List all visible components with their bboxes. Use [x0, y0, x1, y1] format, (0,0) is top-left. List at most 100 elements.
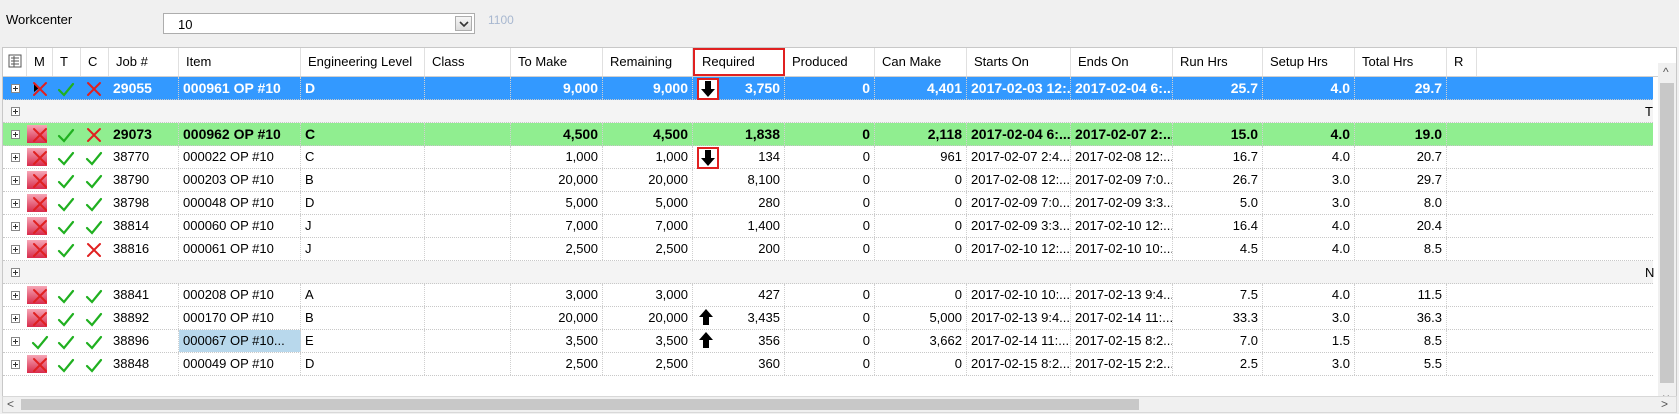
column-chooser-icon[interactable] [3, 48, 27, 76]
cell-tomake[interactable]: 5,000 [511, 192, 603, 214]
cell-class[interactable] [425, 330, 511, 352]
cell-class[interactable] [425, 353, 511, 375]
cell-starts[interactable]: 2017-02-09 3:3... [967, 215, 1071, 237]
cell-remaining[interactable]: 1,000 [603, 146, 693, 168]
cell-eng[interactable]: E [301, 330, 425, 352]
group-separator-row[interactable]: T [3, 100, 1653, 123]
cell-run[interactable]: 16.4 [1173, 215, 1263, 237]
group-separator-row[interactable]: N [3, 261, 1654, 284]
cell-job[interactable]: 38770 [109, 146, 179, 168]
cell-remaining[interactable]: 2,500 [603, 238, 693, 260]
column-header-c[interactable]: C [81, 48, 109, 76]
table-row[interactable]: 38770 000022 OP #10 C 1,000 1,000 134 0 961 2017… [3, 146, 1653, 169]
cell-tomake[interactable]: 20,000 [511, 307, 603, 329]
cell-run[interactable]: 4.5 [1173, 238, 1263, 260]
cell-ends[interactable]: 2017-02-09 3:3... [1071, 192, 1173, 214]
cell-item[interactable]: 000208 OP #10 [179, 284, 301, 306]
cell-canmake[interactable]: 0 [875, 353, 967, 375]
cell-total[interactable]: 19.0 [1355, 123, 1447, 145]
cell-total[interactable]: 8.0 [1355, 192, 1447, 214]
cell-canmake[interactable]: 0 [875, 284, 967, 306]
cell-total[interactable]: 29.7 [1355, 169, 1447, 191]
cell-total[interactable]: 5.5 [1355, 353, 1447, 375]
horizontal-scroll-thumb[interactable] [21, 399, 1139, 410]
cell-tomake[interactable]: 9,000 [511, 77, 603, 99]
column-header-run[interactable]: Run Hrs [1173, 48, 1263, 76]
column-header-remaining[interactable]: Remaining [603, 48, 693, 76]
cell-remaining[interactable]: 5,000 [603, 192, 693, 214]
cell-item[interactable]: 000962 OP #10 [179, 123, 301, 145]
cell-class[interactable] [425, 238, 511, 260]
expand-icon[interactable] [11, 337, 20, 346]
horizontal-scrollbar[interactable]: < > [2, 396, 1677, 413]
cell-starts[interactable]: 2017-02-13 9:4... [967, 307, 1071, 329]
cell-class[interactable] [425, 284, 511, 306]
cell-run[interactable]: 26.7 [1173, 169, 1263, 191]
cell-eng[interactable]: D [301, 77, 425, 99]
expand-icon[interactable] [11, 291, 20, 300]
column-header-m[interactable]: M [27, 48, 53, 76]
cell-setup[interactable]: 3.0 [1263, 169, 1355, 191]
table-row[interactable]: 38790 000203 OP #10 B 20,000 20,000 8,100 0 0 20… [3, 169, 1653, 192]
cell-setup[interactable]: 4.0 [1263, 77, 1355, 99]
cell-run[interactable]: 2.5 [1173, 353, 1263, 375]
column-header-required[interactable]: Required [693, 48, 785, 76]
column-header-class[interactable]: Class [425, 48, 511, 76]
cell-ends[interactable]: 2017-02-13 9:4... [1071, 284, 1173, 306]
scroll-left-icon[interactable]: < [7, 397, 14, 411]
cell-item[interactable]: 000060 OP #10 [179, 215, 301, 237]
cell-eng[interactable]: B [301, 307, 425, 329]
column-header-setup[interactable]: Setup Hrs [1263, 48, 1355, 76]
cell-total[interactable]: 20.7 [1355, 146, 1447, 168]
cell-required[interactable]: 8,100 [693, 169, 785, 191]
cell-starts[interactable]: 2017-02-08 12:... [967, 169, 1071, 191]
cell-tomake[interactable]: 3,000 [511, 284, 603, 306]
cell-setup[interactable]: 4.0 [1263, 238, 1355, 260]
cell-produced[interactable]: 0 [785, 307, 875, 329]
cell-total[interactable]: 11.5 [1355, 284, 1447, 306]
cell-remaining[interactable]: 9,000 [603, 77, 693, 99]
cell-canmake[interactable]: 0 [875, 215, 967, 237]
cell-canmake[interactable]: 0 [875, 169, 967, 191]
cell-setup[interactable]: 4.0 [1263, 123, 1355, 145]
cell-required[interactable]: 360 [693, 353, 785, 375]
cell-canmake[interactable]: 0 [875, 238, 967, 260]
table-row[interactable]: 29055 000961 OP #10 D 9,000 9,000 3,750 0 4,401… [3, 77, 1653, 100]
cell-ends[interactable]: 2017-02-09 7:0... [1071, 169, 1173, 191]
column-header-produced[interactable]: Produced [785, 48, 875, 76]
cell-tomake[interactable]: 2,500 [511, 353, 603, 375]
cell-item[interactable]: 000022 OP #10 [179, 146, 301, 168]
cell-remaining[interactable]: 20,000 [603, 169, 693, 191]
table-row[interactable]: 38841 000208 OP #10 A 3,000 3,000 427 0 0 2017-0… [3, 284, 1653, 307]
expand-icon[interactable] [11, 176, 20, 185]
cell-setup[interactable]: 3.0 [1263, 192, 1355, 214]
cell-ends[interactable]: 2017-02-04 6:... [1071, 77, 1173, 99]
cell-run[interactable]: 15.0 [1173, 123, 1263, 145]
cell-setup[interactable]: 4.0 [1263, 284, 1355, 306]
cell-starts[interactable]: 2017-02-15 8:2... [967, 353, 1071, 375]
cell-produced[interactable]: 0 [785, 169, 875, 191]
cell-class[interactable] [425, 192, 511, 214]
expand-icon[interactable] [11, 130, 20, 139]
cell-total[interactable]: 20.4 [1355, 215, 1447, 237]
cell-run[interactable]: 7.0 [1173, 330, 1263, 352]
cell-class[interactable] [425, 215, 511, 237]
cell-canmake[interactable]: 961 [875, 146, 967, 168]
cell-eng[interactable]: B [301, 169, 425, 191]
cell-setup[interactable]: 3.0 [1263, 353, 1355, 375]
column-header-tomake[interactable]: To Make [511, 48, 603, 76]
cell-eng[interactable]: C [301, 123, 425, 145]
cell-produced[interactable]: 0 [785, 353, 875, 375]
scroll-right-icon[interactable]: > [1661, 397, 1668, 411]
cell-ends[interactable]: 2017-02-07 2:... [1071, 123, 1173, 145]
cell-produced[interactable]: 0 [785, 238, 875, 260]
cell-job[interactable]: 38798 [109, 192, 179, 214]
cell-produced[interactable]: 0 [785, 192, 875, 214]
cell-ends[interactable]: 2017-02-10 10:... [1071, 238, 1173, 260]
expand-icon[interactable] [11, 199, 20, 208]
cell-tomake[interactable]: 7,000 [511, 215, 603, 237]
cell-item[interactable]: 000067 OP #10... [179, 330, 301, 352]
expand-icon[interactable] [11, 245, 20, 254]
cell-tomake[interactable]: 20,000 [511, 169, 603, 191]
cell-produced[interactable]: 0 [785, 330, 875, 352]
